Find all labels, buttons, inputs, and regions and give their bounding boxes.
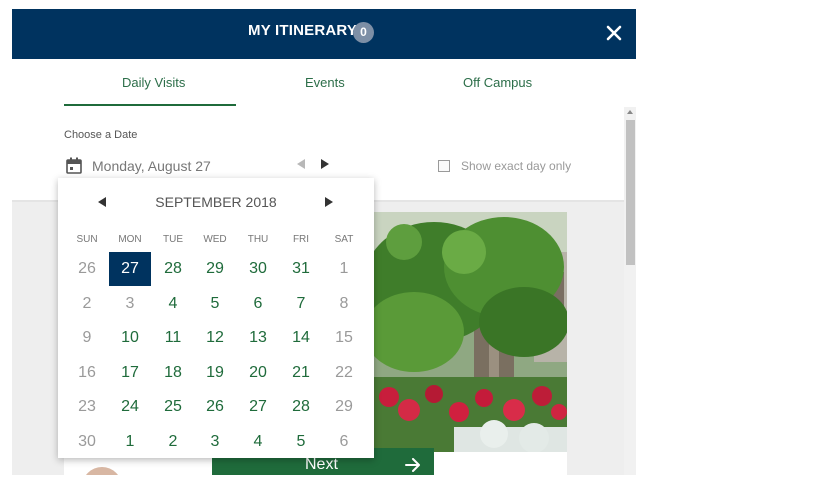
itinerary-count-badge: 0 bbox=[353, 22, 374, 43]
active-tab-indicator bbox=[64, 104, 236, 106]
tab-off-campus[interactable]: Off Campus bbox=[463, 75, 532, 90]
calendar-day[interactable]: 12 bbox=[194, 321, 236, 355]
calendar-day[interactable]: 17 bbox=[109, 356, 151, 390]
calendar-day[interactable]: 2 bbox=[66, 287, 108, 321]
calendar-day[interactable]: 5 bbox=[194, 287, 236, 321]
calendar-day[interactable]: 24 bbox=[109, 390, 151, 424]
calendar-day[interactable]: 28 bbox=[152, 252, 194, 286]
selected-date-field[interactable]: Monday, August 27 bbox=[92, 158, 211, 174]
calendar-day[interactable]: 19 bbox=[194, 356, 236, 390]
exact-day-label: Show exact day only bbox=[461, 159, 572, 173]
next-button-label: Next bbox=[305, 456, 338, 473]
exact-day-checkbox[interactable] bbox=[438, 160, 450, 172]
calendar-day[interactable]: 29 bbox=[323, 390, 365, 424]
calendar-day[interactable]: 7 bbox=[280, 287, 322, 321]
calendar-day[interactable]: 16 bbox=[66, 356, 108, 390]
calendar-day[interactable]: 4 bbox=[152, 287, 194, 321]
weekday-header: MON bbox=[118, 234, 142, 245]
weekday-header: WED bbox=[203, 234, 227, 245]
weekday-header: TUE bbox=[163, 234, 183, 245]
calendar-day[interactable]: 9 bbox=[66, 321, 108, 355]
calendar-day[interactable]: 1 bbox=[323, 252, 365, 286]
weekday-header: THU bbox=[247, 234, 269, 245]
calendar-day[interactable]: 5 bbox=[280, 425, 322, 459]
calendar-day[interactable]: 31 bbox=[280, 252, 322, 286]
calendar-day[interactable]: 2 bbox=[152, 425, 194, 459]
calendar-day-selected[interactable]: 27 bbox=[109, 252, 151, 286]
calendar-day[interactable]: 3 bbox=[109, 287, 151, 321]
tab-events[interactable]: Events bbox=[305, 75, 345, 90]
scroll-up-arrow-icon[interactable] bbox=[627, 110, 633, 114]
calendar-icon[interactable] bbox=[66, 157, 82, 174]
campus-garden-image bbox=[374, 212, 567, 452]
tab-daily-visits[interactable]: Daily Visits bbox=[122, 75, 185, 90]
next-month-icon[interactable] bbox=[325, 197, 333, 207]
choose-date-label: Choose a Date bbox=[64, 129, 138, 141]
calendar-day[interactable]: 13 bbox=[237, 321, 279, 355]
calendar-day[interactable]: 20 bbox=[237, 356, 279, 390]
calendar-day[interactable]: 28 bbox=[280, 390, 322, 424]
calendar-day[interactable]: 3 bbox=[194, 425, 236, 459]
arrow-right-icon bbox=[405, 458, 421, 472]
close-icon[interactable] bbox=[603, 22, 625, 44]
weekday-header: FRI bbox=[292, 234, 310, 245]
chevron-left-icon[interactable] bbox=[297, 159, 305, 169]
calendar-day[interactable]: 26 bbox=[194, 390, 236, 424]
itinerary-title: MY ITINERARY bbox=[248, 22, 358, 39]
calendar-day[interactable]: 8 bbox=[323, 287, 365, 321]
scrollbar-thumb[interactable] bbox=[626, 120, 635, 265]
calendar-day[interactable]: 15 bbox=[323, 321, 365, 355]
calendar-day[interactable]: 25 bbox=[152, 390, 194, 424]
calendar-day[interactable]: 1 bbox=[109, 425, 151, 459]
chevron-right-icon[interactable] bbox=[321, 159, 329, 169]
calendar-day[interactable]: 29 bbox=[194, 252, 236, 286]
calendar-day[interactable]: 27 bbox=[237, 390, 279, 424]
calendar-day[interactable]: 30 bbox=[237, 252, 279, 286]
weekday-header: SAT bbox=[334, 234, 354, 245]
calendar-day[interactable]: 10 bbox=[109, 321, 151, 355]
calendar-day[interactable]: 14 bbox=[280, 321, 322, 355]
calendar-day[interactable]: 6 bbox=[323, 425, 365, 459]
calendar-day[interactable]: 6 bbox=[237, 287, 279, 321]
calendar-day[interactable]: 4 bbox=[237, 425, 279, 459]
itinerary-tabs: Daily Visits Events Off Campus bbox=[12, 59, 636, 107]
calendar-day[interactable]: 11 bbox=[152, 321, 194, 355]
calendar-day[interactable]: 22 bbox=[323, 356, 365, 390]
itinerary-header: MY ITINERARY 0 bbox=[12, 9, 636, 59]
calendar-day[interactable]: 23 bbox=[66, 390, 108, 424]
calendar-day[interactable]: 26 bbox=[66, 252, 108, 286]
weekday-header: SUN bbox=[76, 234, 98, 245]
calendar-day[interactable]: 30 bbox=[66, 425, 108, 459]
calendar-day[interactable]: 21 bbox=[280, 356, 322, 390]
date-picker-calendar: SEPTEMBER 2018 SUN MON TUE WED THU FRI SAT 26 27… bbox=[58, 178, 374, 458]
calendar-day[interactable]: 18 bbox=[152, 356, 194, 390]
